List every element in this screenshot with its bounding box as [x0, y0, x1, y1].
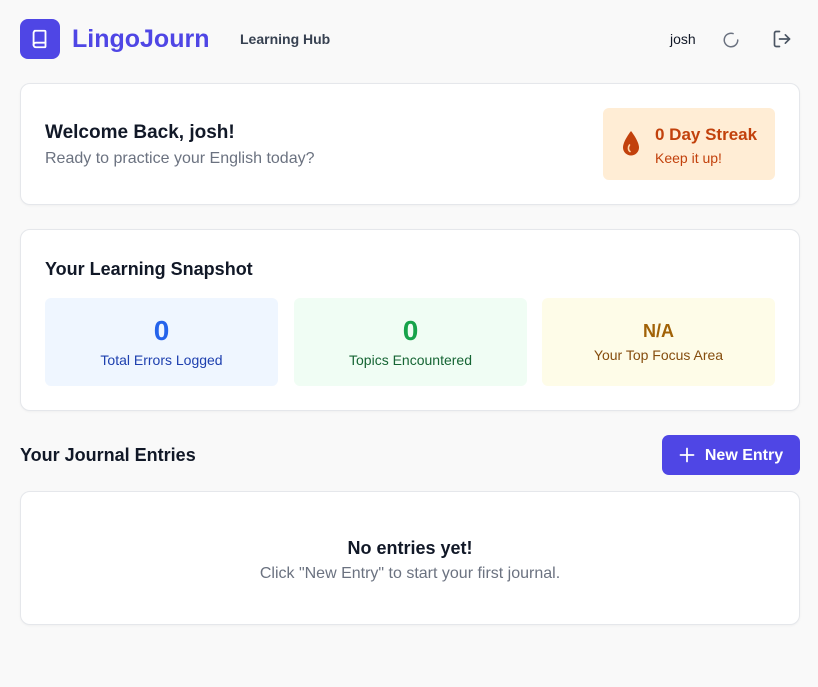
nav-learning-hub[interactable]: Learning Hub: [240, 31, 330, 48]
logout-button[interactable]: [771, 28, 793, 50]
journal-entries-title: Your Journal Entries: [20, 445, 196, 465]
stat-value: 0: [402, 315, 419, 346]
username: josh: [670, 31, 696, 47]
streak-title: 0 Day Streak: [655, 125, 758, 144]
empty-state-title: No entries yet!: [347, 538, 473, 558]
flame-icon: [623, 131, 639, 156]
app-header: LingoJourn Learning Hub josh: [0, 0, 818, 78]
refresh-icon: [723, 32, 739, 48]
stat-label: Total Errors Logged: [100, 352, 223, 368]
welcome-card: Welcome Back, josh! Ready to practice yo…: [20, 83, 800, 205]
book-icon: [32, 29, 47, 49]
stat-top-focus-area: N/A Your Top Focus Area: [542, 298, 775, 386]
logo[interactable]: [20, 19, 60, 59]
empty-state-subtitle: Click "New Entry" to start your first jo…: [259, 565, 561, 582]
new-entry-label: New Entry: [704, 446, 784, 464]
plus-icon: [679, 447, 695, 463]
stat-value: N/A: [643, 321, 674, 341]
streak-subtitle: Keep it up!: [655, 150, 722, 166]
stat-total-errors: 0 Total Errors Logged: [45, 298, 278, 386]
learning-snapshot-card: Your Learning Snapshot 0 Total Errors Lo…: [20, 229, 800, 411]
welcome-subtitle: Ready to practice your English today?: [45, 150, 315, 167]
stat-value: 0: [153, 315, 170, 346]
journal-entries-empty-state: No entries yet! Click "New Entry" to sta…: [20, 491, 800, 625]
snapshot-title: Your Learning Snapshot: [45, 259, 253, 279]
stat-topics-encountered: 0 Topics Encountered: [294, 298, 527, 386]
brand-name[interactable]: LingoJourn: [72, 24, 209, 54]
new-entry-button[interactable]: New Entry: [662, 435, 800, 475]
welcome-title: Welcome Back, josh!: [45, 122, 235, 143]
logout-icon: [773, 30, 791, 48]
refresh-button[interactable]: [720, 29, 742, 51]
stat-label: Your Top Focus Area: [593, 347, 724, 363]
stat-label: Topics Encountered: [349, 352, 472, 368]
streak-badge: 0 Day Streak Keep it up!: [603, 108, 775, 180]
